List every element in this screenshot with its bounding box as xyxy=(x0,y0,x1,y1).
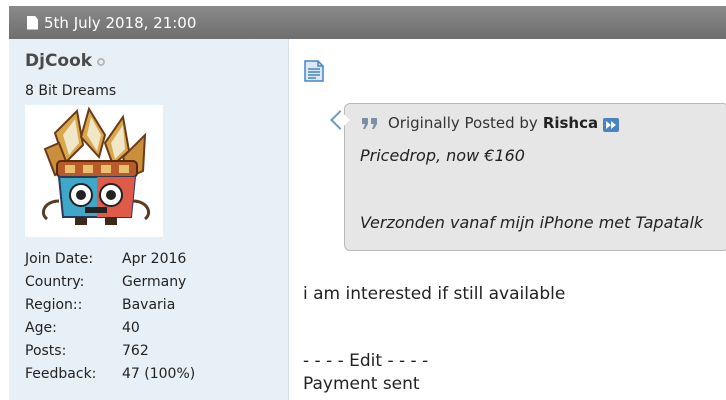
stat-label: Join Date: xyxy=(25,250,94,267)
stat-value: 47 (100%) xyxy=(122,365,196,382)
user-title: 8 Bit Dreams xyxy=(25,83,117,99)
message-line-1: i am interested if still available xyxy=(303,284,566,304)
stat-feedback: Feedback: 47 (100%) xyxy=(25,362,195,385)
stat-value: Apr 2016 xyxy=(122,250,187,267)
message-line-3: Payment sent xyxy=(303,374,420,394)
document-icon xyxy=(27,15,38,30)
stat-value: 762 xyxy=(122,342,149,359)
stat-label: Feedback: xyxy=(25,365,97,382)
message-line-2: - - - - Edit - - - - xyxy=(303,351,429,371)
user-stats: Join Date: Apr 2016 Country: Germany Reg… xyxy=(25,247,195,385)
quote-prefix: Originally Posted by xyxy=(388,114,538,132)
stat-region: Region:: Bavaria xyxy=(25,293,195,316)
username-row: DjCook xyxy=(25,51,106,71)
quote-line-1: Pricedrop, now €160 xyxy=(360,146,525,165)
quote-header: Originally Posted by Rishca xyxy=(360,114,620,132)
user-info-panel: DjCook 8 Bit Dreams Join Date: Apr 2016 … xyxy=(9,39,289,400)
post-body: Originally Posted by Rishca Pricedrop, n… xyxy=(289,39,726,400)
quote-line-2: Verzonden vanaf mijn iPhone met Tapatalk xyxy=(360,213,704,232)
stat-value: Bavaria xyxy=(122,296,176,313)
stat-country: Country: Germany xyxy=(25,270,195,293)
stat-label: Country: xyxy=(25,273,85,290)
post-date: 5th July 2018, 21:00 xyxy=(44,13,197,32)
stat-value: Germany xyxy=(122,273,187,290)
stat-age: Age: 40 xyxy=(25,316,195,339)
stat-posts: Posts: 762 xyxy=(25,339,195,362)
username-link[interactable]: DjCook xyxy=(25,51,92,71)
stat-label: Posts: xyxy=(25,342,67,359)
quote-block: Originally Posted by Rishca Pricedrop, n… xyxy=(344,103,726,251)
avatar[interactable] xyxy=(25,105,163,237)
view-post-icon[interactable] xyxy=(603,117,620,132)
stat-label: Age: xyxy=(25,319,57,336)
stat-value: 40 xyxy=(122,319,140,336)
stat-label: Region:: xyxy=(25,296,83,313)
offline-status-icon xyxy=(97,58,106,66)
quote-marks-icon xyxy=(362,118,377,129)
post-document-icon xyxy=(304,60,324,82)
post-header: 5th July 2018, 21:00 xyxy=(9,6,726,39)
fast-forward-icon xyxy=(606,120,617,129)
stat-join-date: Join Date: Apr 2016 xyxy=(25,247,195,270)
avatar-image xyxy=(42,106,150,225)
quote-author: Rishca xyxy=(542,114,599,132)
